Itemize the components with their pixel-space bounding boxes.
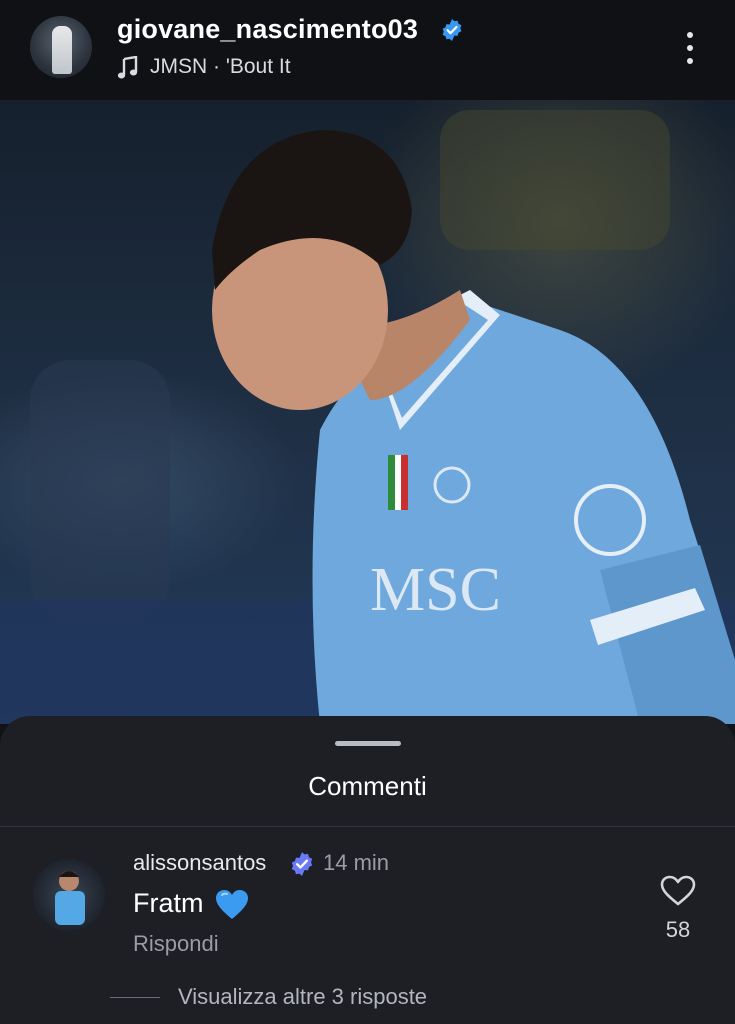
post-header: giovane_nascimento03 JMSN · 'Bout It	[0, 0, 735, 100]
song-label[interactable]: JMSN · 'Bout It	[150, 55, 291, 79]
view-replies-button[interactable]: Visualizza altre 3 risposte	[178, 984, 427, 1010]
music-note-icon	[117, 56, 138, 79]
replies-divider	[110, 997, 160, 998]
comment-text: Fratm	[133, 888, 204, 918]
blue-heart-emoji	[216, 890, 248, 919]
post-username[interactable]: giovane_nascimento03	[117, 14, 418, 45]
verified-badge-icon	[442, 19, 462, 41]
reply-button[interactable]: Rispondi	[133, 931, 219, 957]
like-count: 58	[665, 917, 691, 942]
sheet-title: Commenti	[308, 771, 427, 801]
avatar-photo	[55, 871, 85, 925]
player-illustration: MSC	[0, 110, 735, 724]
post-image[interactable]: MSC	[0, 100, 735, 724]
more-vertical-icon[interactable]	[678, 28, 702, 68]
heart-outline-icon[interactable]	[660, 875, 696, 907]
comment-avatar[interactable]	[33, 859, 105, 931]
comments-sheet: Commenti alissonsantos 14 min Fratm Risp…	[0, 716, 735, 1024]
verified-badge-icon	[291, 852, 313, 876]
comment-username[interactable]: alissonsantos	[133, 850, 266, 876]
comment-time: 14 min	[323, 850, 390, 875]
jersey-sponsor-text: MSC	[370, 556, 501, 624]
divider	[0, 826, 735, 827]
avatar-figure	[52, 26, 72, 74]
profile-avatar[interactable]	[30, 16, 92, 78]
drag-handle[interactable]	[335, 741, 401, 746]
